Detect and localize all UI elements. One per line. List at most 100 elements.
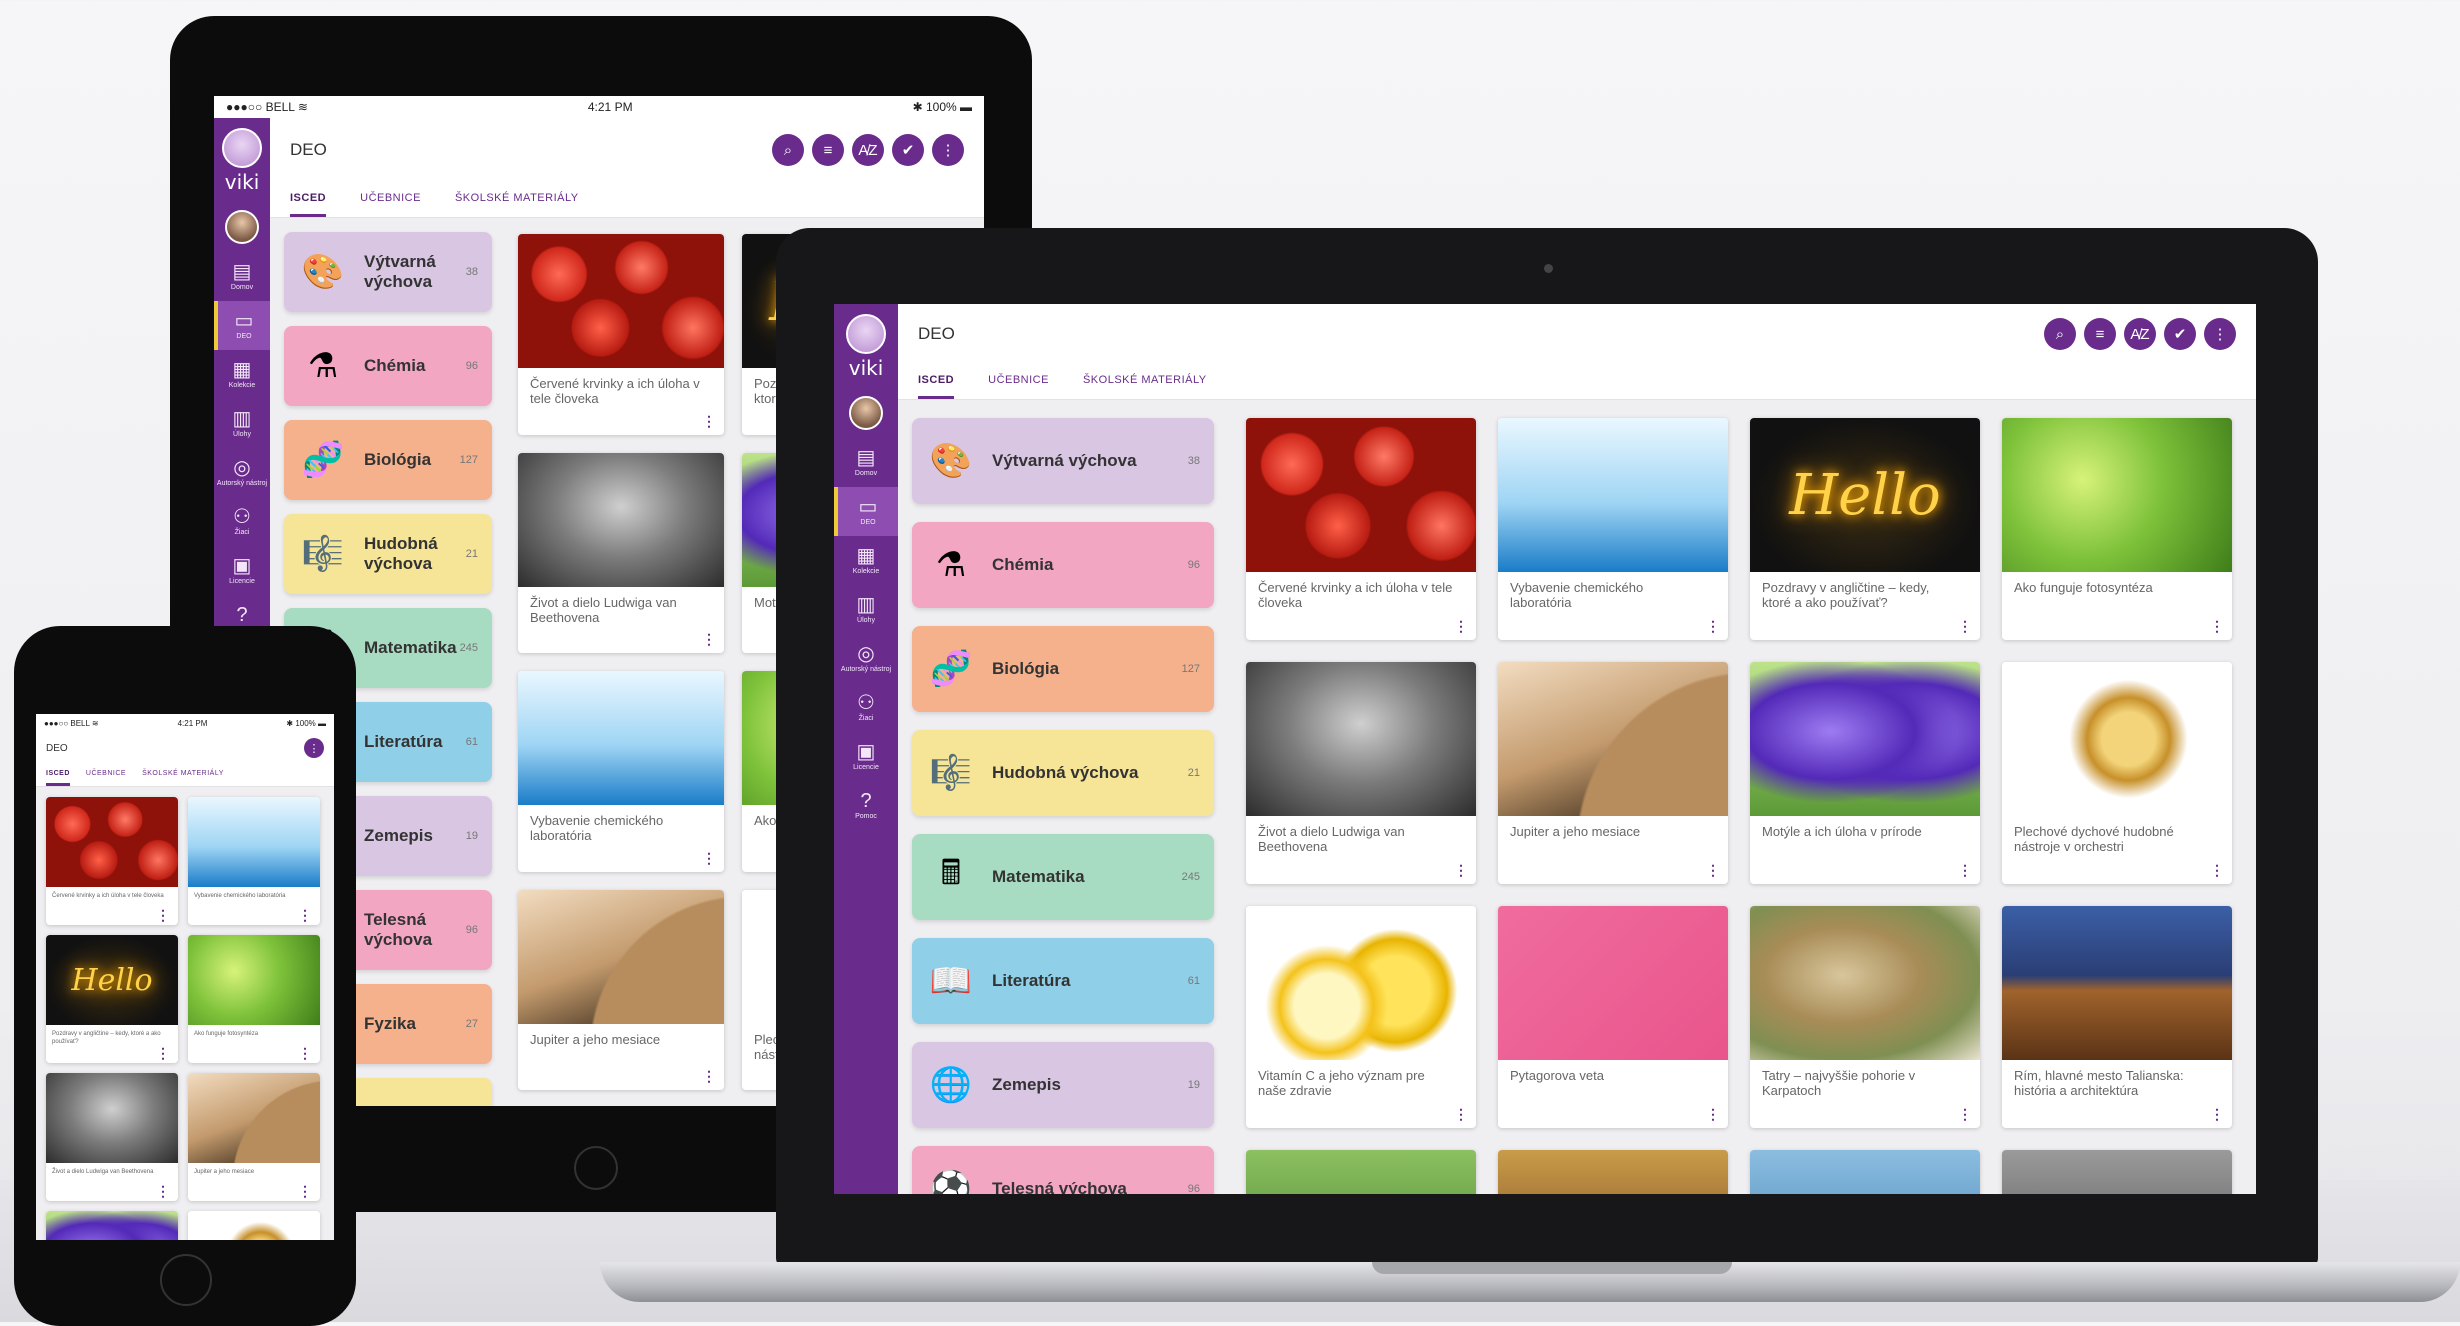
card-menu-icon[interactable]: ⋮ xyxy=(1454,619,1468,634)
select-button[interactable]: ✔ xyxy=(892,134,924,166)
sort-az-button[interactable]: A̸Z xyxy=(852,134,884,166)
more-options-button[interactable]: ⋮ xyxy=(932,134,964,166)
content-card[interactable]: Pytagorova veta ⋮ xyxy=(1498,906,1728,1128)
rail-item-kolekcie[interactable]: ▦ Kolekcie xyxy=(214,350,270,399)
content-card[interactable]: Ako funguje fotosyntéza ⋮ xyxy=(188,935,320,1063)
subject-item[interactable]: ⚽ Telesná výchova 96 xyxy=(912,1146,1214,1194)
card-menu-icon[interactable]: ⋮ xyxy=(702,413,716,429)
subject-item[interactable]: 🧬 Biológia 127 xyxy=(284,420,492,500)
subject-item[interactable]: 🌐 Zemepis 19 xyxy=(912,1042,1214,1128)
content-card[interactable]: Vybavenie chemického laboratória ⋮ xyxy=(188,797,320,925)
card-menu-icon[interactable]: ⋮ xyxy=(1958,1107,1972,1122)
content-card[interactable]: Tatry – najvyššie pohorie v Karpatoch ⋮ xyxy=(1750,906,1980,1128)
tab-skolske-materialy[interactable]: ŠKOLSKÉ MATERIÁLY xyxy=(142,764,224,786)
rail-item-licencie[interactable]: ▣ Licencie xyxy=(214,546,270,595)
rail-item-domov[interactable]: ▤ Domov xyxy=(834,438,898,487)
content-card[interactable]: Jupiter a jeho mesiace ⋮ xyxy=(518,889,724,1090)
tab-ucebnice[interactable]: UČEBNICE xyxy=(988,364,1049,399)
tab-isced[interactable]: ISCED xyxy=(290,182,327,217)
content-card[interactable]: Vybavenie chemického laboratória ⋮ xyxy=(518,671,724,872)
subject-item[interactable]: ⚗ Chémia 96 xyxy=(912,522,1214,608)
rail-item--lohy[interactable]: ▥ Úlohy xyxy=(834,585,898,634)
filter-button[interactable]: ≡ xyxy=(812,134,844,166)
subject-item[interactable]: 🧬 Biológia 127 xyxy=(912,626,1214,712)
content-card[interactable]: Rím, hlavné mesto Talianska: história a … xyxy=(2002,906,2232,1128)
content-card[interactable]: ⋮ xyxy=(1246,1150,1476,1194)
content-card[interactable]: ⋮ xyxy=(2002,1150,2232,1194)
card-menu-icon[interactable]: ⋮ xyxy=(298,1184,312,1198)
subject-item[interactable]: 🎼 Hudobná výchova 21 xyxy=(284,514,492,594)
select-button[interactable]: ✔ xyxy=(2164,318,2196,350)
viki-logo[interactable]: viki xyxy=(222,128,262,194)
rail-item--lohy[interactable]: ▥ Úlohy xyxy=(214,399,270,448)
card-menu-icon[interactable]: ⋮ xyxy=(1958,863,1972,878)
content-card[interactable]: ⋮ xyxy=(1750,1150,1980,1194)
content-card[interactable]: Motýle a ich úloha v prírode⋮ xyxy=(1750,662,1980,884)
content-card[interactable]: Život a dielo Ludwiga van Beethovena ⋮ xyxy=(518,452,724,653)
avatar[interactable] xyxy=(849,396,883,430)
card-menu-icon[interactable]: ⋮ xyxy=(2210,1107,2224,1122)
card-menu-icon[interactable]: ⋮ xyxy=(1958,619,1972,634)
more-options-button[interactable]: ⋮ xyxy=(2204,318,2236,350)
subject-item[interactable]: 🖩 Matematika 245 xyxy=(912,834,1214,920)
content-card[interactable]: Plechové dychové hudobné nástroje v orch… xyxy=(188,1211,320,1240)
tablet-home-button[interactable] xyxy=(574,1146,618,1190)
content-card[interactable]: Život a dielo Ludwiga van Beethovena ⋮ xyxy=(1246,662,1476,884)
card-menu-icon[interactable]: ⋮ xyxy=(156,908,170,922)
subject-item[interactable]: 📖 Literatúra 61 xyxy=(912,938,1214,1024)
rail-item-deo[interactable]: ▭ DEO xyxy=(834,487,898,536)
search-button[interactable]: ⌕ xyxy=(772,134,804,166)
card-menu-icon[interactable]: ⋮ xyxy=(702,632,716,647)
tab-isced[interactable]: ISCED xyxy=(46,764,70,786)
card-menu-icon[interactable]: ⋮ xyxy=(1454,863,1468,878)
content-card[interactable]: Červené krvinky a ich úloha v tele člove… xyxy=(46,797,178,925)
tab-isced[interactable]: ISCED xyxy=(918,364,955,399)
rail-item-deo[interactable]: ▭ DEO xyxy=(214,301,270,350)
more-options-button[interactable]: ⋮ xyxy=(304,738,324,758)
content-card[interactable]: Červené krvinky a ich úloha v tele člove… xyxy=(518,234,724,435)
card-menu-icon[interactable]: ⋮ xyxy=(702,850,716,866)
card-menu-icon[interactable]: ⋮ xyxy=(156,1184,170,1198)
content-card[interactable]: Život a dielo Ludwiga van Beethovena ⋮ xyxy=(46,1073,178,1201)
card-menu-icon[interactable]: ⋮ xyxy=(702,1069,716,1084)
card-menu-icon[interactable]: ⋮ xyxy=(2210,619,2224,634)
card-menu-icon[interactable]: ⋮ xyxy=(1706,1107,1720,1122)
rail-item-autorsk-n-stroj[interactable]: ◎ Autorský nástroj xyxy=(214,448,270,497)
rail-item-autorsk-n-stroj[interactable]: ◎ Autorský nástroj xyxy=(834,634,898,683)
card-menu-icon[interactable]: ⋮ xyxy=(298,908,312,922)
content-card[interactable]: Motýle a ich úloha v prírode⋮ xyxy=(46,1211,178,1240)
content-card[interactable]: Plechové dychové hudobné nástroje v orch… xyxy=(2002,662,2232,884)
content-card[interactable]: Vybavenie chemického laboratória ⋮ xyxy=(1498,418,1728,640)
card-menu-icon[interactable]: ⋮ xyxy=(298,1046,312,1060)
sort-az-button[interactable]: A̸Z xyxy=(2124,318,2156,350)
subject-item[interactable]: 🎨 Výtvarná výchova 38 xyxy=(912,418,1214,504)
rail-item-kolekcie[interactable]: ▦ Kolekcie xyxy=(834,536,898,585)
rail-item-pomoc[interactable]: ?Pomoc xyxy=(834,781,898,830)
card-menu-icon[interactable]: ⋮ xyxy=(1454,1107,1468,1122)
card-menu-icon[interactable]: ⋮ xyxy=(1706,619,1720,634)
rail-item-domov[interactable]: ▤ Domov xyxy=(214,252,270,301)
rail-item-licencie[interactable]: ▣ Licencie xyxy=(834,732,898,781)
content-card[interactable]: Červené krvinky a ich úloha v tele člove… xyxy=(1246,418,1476,640)
tab-skolske-materialy[interactable]: ŠKOLSKÉ MATERIÁLY xyxy=(1083,364,1207,399)
rail-item--iaci[interactable]: ⚇ Žiaci xyxy=(834,683,898,732)
content-card[interactable]: Hello Pozdravy v angličtine – kedy, ktoré… xyxy=(46,935,178,1063)
tab-ucebnice[interactable]: UČEBNICE xyxy=(360,182,421,217)
search-button[interactable]: ⌕ xyxy=(2044,318,2076,350)
subject-item[interactable]: 🎨 Výtvarná výchova 38 xyxy=(284,232,492,312)
content-card[interactable]: Vitamín C a jeho význam pre naše zdravie… xyxy=(1246,906,1476,1128)
filter-button[interactable]: ≡ xyxy=(2084,318,2116,350)
phone-home-button[interactable] xyxy=(160,1254,212,1306)
viki-logo[interactable]: viki xyxy=(846,314,886,380)
subject-item[interactable]: ⚗ Chémia 96 xyxy=(284,326,492,406)
content-card[interactable]: Ako funguje fotosyntéza ⋮ xyxy=(2002,418,2232,640)
tab-skolske-materialy[interactable]: ŠKOLSKÉ MATERIÁLY xyxy=(455,182,579,217)
content-card[interactable]: Jupiter a jeho mesiace ⋮ xyxy=(188,1073,320,1201)
card-menu-icon[interactable]: ⋮ xyxy=(1706,863,1720,878)
tab-ucebnice[interactable]: UČEBNICE xyxy=(86,764,126,786)
content-card[interactable]: Jupiter a jeho mesiace ⋮ xyxy=(1498,662,1728,884)
card-menu-icon[interactable]: ⋮ xyxy=(2210,863,2224,878)
avatar[interactable] xyxy=(225,210,259,244)
content-card[interactable]: ⋮ xyxy=(1498,1150,1728,1194)
content-card[interactable]: Hello Pozdravy v angličtine – kedy, ktoré… xyxy=(1750,418,1980,640)
